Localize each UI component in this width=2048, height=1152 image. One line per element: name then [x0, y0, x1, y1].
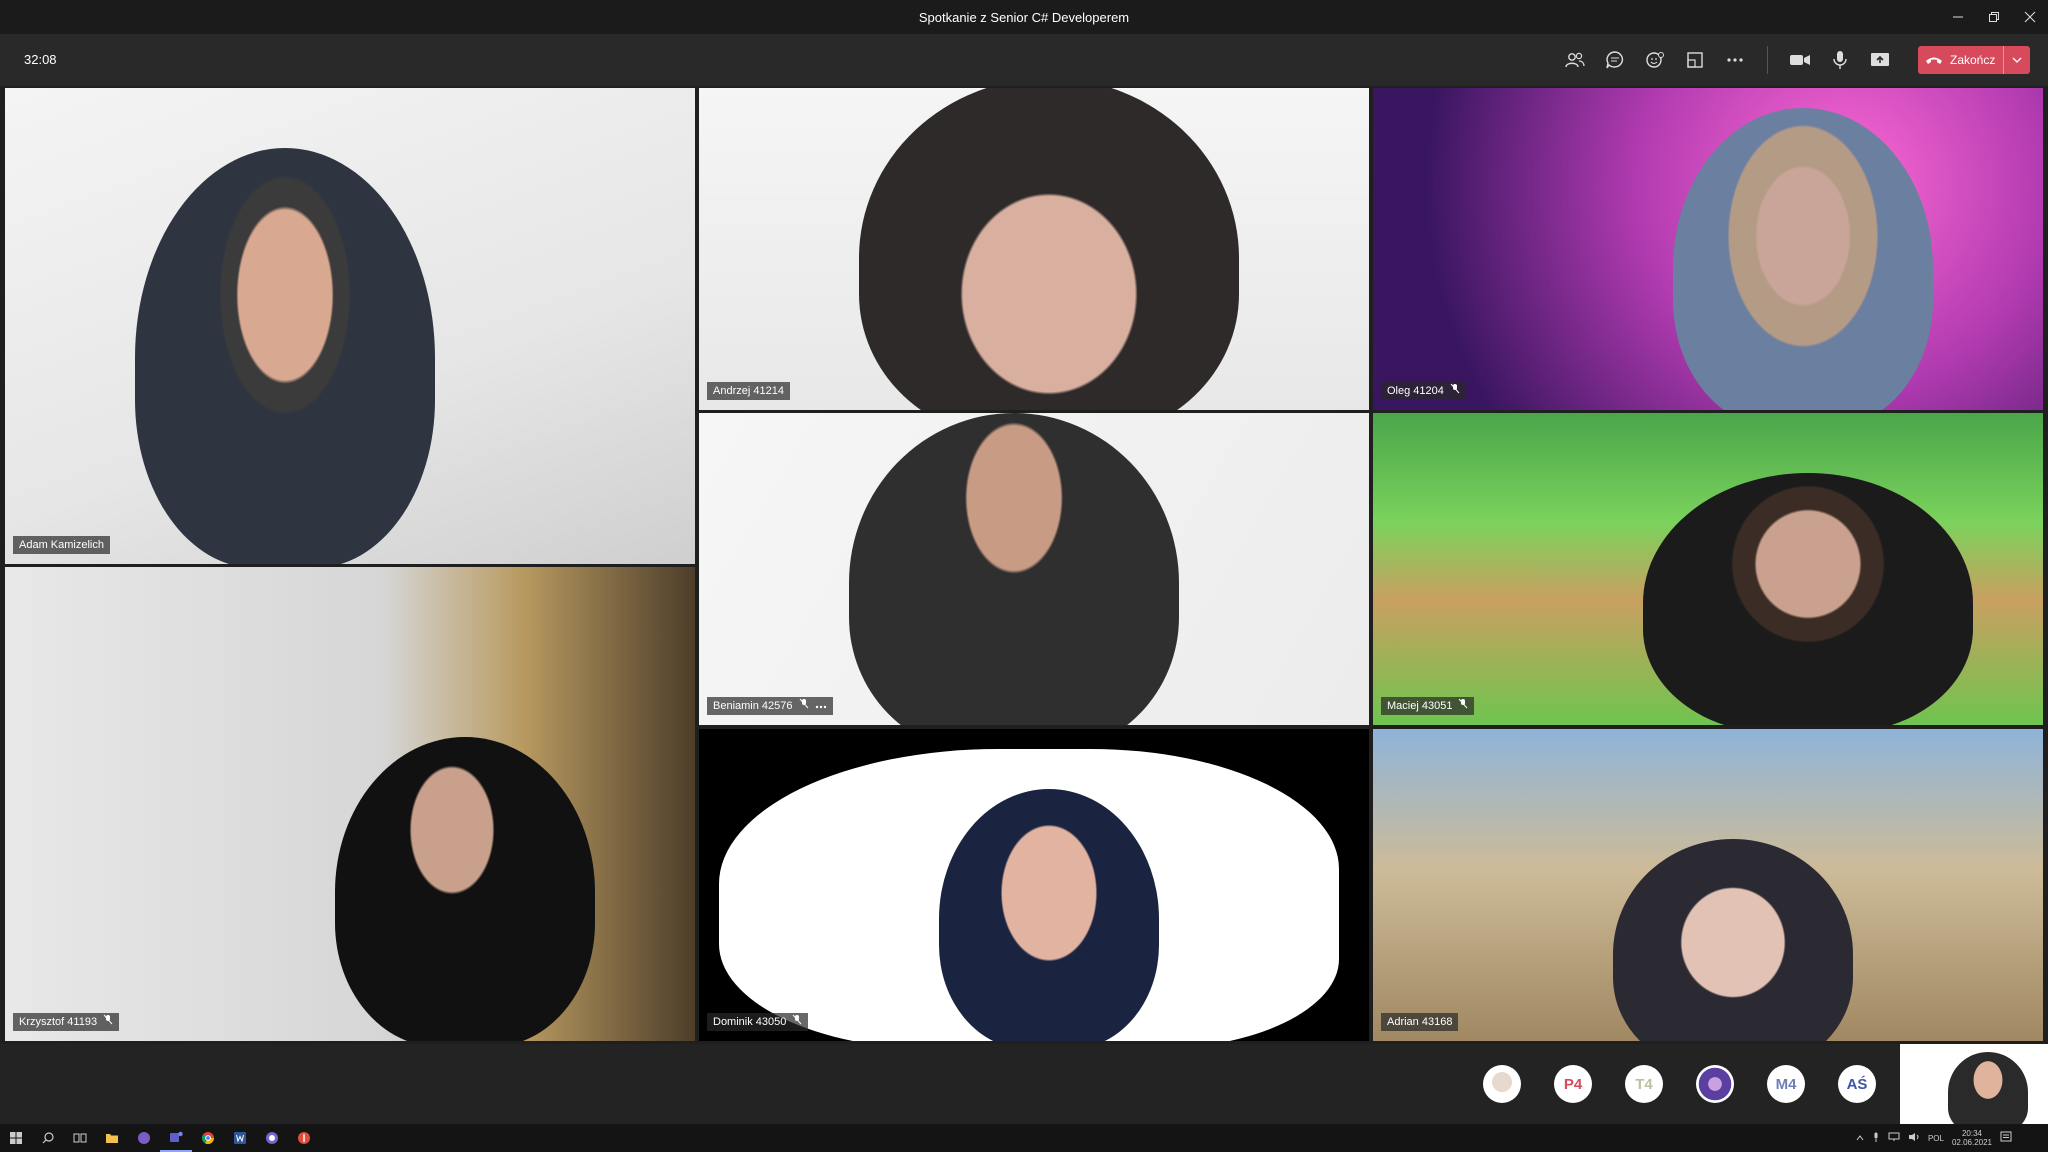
video-tile[interactable]: Adrian 43168: [1373, 729, 2043, 1041]
hang-up-icon: [1918, 55, 1950, 65]
video-tile[interactable]: Adam Kamizelich: [5, 88, 695, 564]
network-icon[interactable]: [1888, 1132, 1900, 1144]
reactions-icon[interactable]: [1635, 40, 1675, 80]
participant-video: [335, 737, 595, 1041]
participant-roster: P4 T4 M4 AŚ: [0, 1044, 2048, 1124]
toolbar-separator: [1767, 46, 1768, 74]
more-options-icon[interactable]: [815, 697, 827, 715]
muted-mic-icon: [1458, 697, 1468, 715]
participant-name: Maciej 43051: [1387, 700, 1453, 712]
app-icon[interactable]: [128, 1124, 160, 1152]
participant-avatar[interactable]: T4: [1625, 1065, 1663, 1103]
microphone-icon[interactable]: [1820, 40, 1860, 80]
muted-mic-icon: [799, 697, 809, 715]
video-tile[interactable]: Krzysztof 41193: [5, 567, 695, 1041]
self-video: [1948, 1052, 2028, 1124]
video-tile[interactable]: Maciej 43051: [1373, 413, 2043, 725]
clock-time: 20:34: [1961, 1129, 1982, 1138]
participant-video: [1613, 839, 1853, 1041]
participant-avatar[interactable]: AŚ: [1838, 1065, 1876, 1103]
participant-name: Andrzej 41214: [713, 385, 784, 397]
chevron-up-icon[interactable]: [1856, 1134, 1864, 1143]
participants-icon[interactable]: [1555, 40, 1595, 80]
more-options-icon[interactable]: [1715, 40, 1755, 80]
meeting-toolbar: 32:08 Zakończ: [0, 34, 2048, 86]
participant-avatar[interactable]: [1696, 1065, 1734, 1103]
clock[interactable]: 20:34 02.06.2021: [1952, 1129, 1992, 1147]
task-view-icon[interactable]: [64, 1124, 96, 1152]
chat-icon[interactable]: [1595, 40, 1635, 80]
avatar-initials: AŚ: [1846, 1075, 1868, 1093]
system-tray: POL 20:34 02.06.2021: [1856, 1124, 2012, 1152]
participant-name: Adam Kamizelich: [19, 539, 104, 551]
participant-name: Krzysztof 41193: [19, 1016, 98, 1028]
end-call-button[interactable]: Zakończ: [1918, 46, 2030, 74]
video-tile[interactable]: Beniamin 42576: [699, 413, 1369, 725]
participant-name: Adrian 43168: [1387, 1016, 1453, 1028]
word-icon[interactable]: [224, 1124, 256, 1152]
avatar-initials: T4: [1635, 1075, 1653, 1093]
end-call-label: Zakończ: [1950, 53, 1996, 67]
participant-name-tag: Krzysztof 41193: [13, 1013, 120, 1031]
window-title: Spotkanie z Senior C# Developerem: [918, 9, 1130, 25]
video-tile[interactable]: Oleg 41204: [1373, 88, 2043, 410]
participant-video: [859, 88, 1239, 410]
muted-mic-icon: [1450, 382, 1460, 400]
rooms-icon[interactable]: [1675, 40, 1715, 80]
participant-name-tag: Dominik 43050: [707, 1013, 809, 1031]
participant-name: Beniamin 42576: [713, 700, 793, 712]
chevron-down-icon[interactable]: [2003, 46, 2030, 74]
input-language[interactable]: POL: [1928, 1134, 1944, 1143]
participant-name: Dominik 43050: [713, 1016, 787, 1028]
start-icon[interactable]: [0, 1124, 32, 1152]
participant-name-tag: Oleg 41204: [1381, 382, 1466, 400]
camera-icon[interactable]: [1780, 40, 1820, 80]
participant-avatar[interactable]: P4: [1554, 1065, 1592, 1103]
participant-avatar[interactable]: M4: [1767, 1065, 1805, 1103]
muted-mic-icon: [792, 1013, 802, 1031]
participant-name-tag: Adrian 43168: [1381, 1013, 1459, 1031]
teams-icon[interactable]: [160, 1124, 192, 1152]
file-explorer-icon[interactable]: [96, 1124, 128, 1152]
participant-video: [1673, 108, 1933, 410]
windows-taskbar: POL 20:34 02.06.2021: [0, 1124, 2048, 1152]
notifications-icon[interactable]: [2000, 1131, 2012, 1145]
share-screen-icon[interactable]: [1860, 40, 1900, 80]
participant-video: [849, 413, 1179, 725]
participant-name-tag: Adam Kamizelich: [13, 536, 110, 554]
minimize-icon[interactable]: [1940, 0, 1976, 34]
participant-avatar[interactable]: [1483, 1065, 1521, 1103]
microphone-icon[interactable]: [1872, 1132, 1880, 1144]
video-tile[interactable]: Dominik 43050: [699, 729, 1369, 1041]
self-view[interactable]: [1900, 1044, 2048, 1124]
participant-name-tag: Andrzej 41214: [707, 382, 790, 400]
participant-name: Oleg 41204: [1387, 385, 1444, 397]
close-icon[interactable]: [2012, 0, 2048, 34]
restore-icon[interactable]: [1976, 0, 2012, 34]
participant-video: [1643, 473, 1973, 725]
avatar-initials: P4: [1563, 1075, 1583, 1093]
participant-video: [939, 789, 1159, 1041]
clock-date: 02.06.2021: [1951, 1138, 1992, 1147]
participant-name-tag: Beniamin 42576: [707, 697, 833, 715]
app-icon[interactable]: [288, 1124, 320, 1152]
chrome-icon[interactable]: [192, 1124, 224, 1152]
participant-video: [135, 148, 435, 564]
window-titlebar: Spotkanie z Senior C# Developerem: [0, 0, 2048, 34]
app-icon[interactable]: [256, 1124, 288, 1152]
volume-icon[interactable]: [1908, 1132, 1920, 1144]
participant-name-tag: Maciej 43051: [1381, 697, 1475, 715]
meeting-timer: 32:08: [24, 52, 57, 67]
avatar-initials: M4: [1775, 1075, 1797, 1093]
search-icon[interactable]: [32, 1124, 64, 1152]
muted-mic-icon: [103, 1013, 113, 1031]
video-tile[interactable]: Andrzej 41214: [699, 88, 1369, 410]
